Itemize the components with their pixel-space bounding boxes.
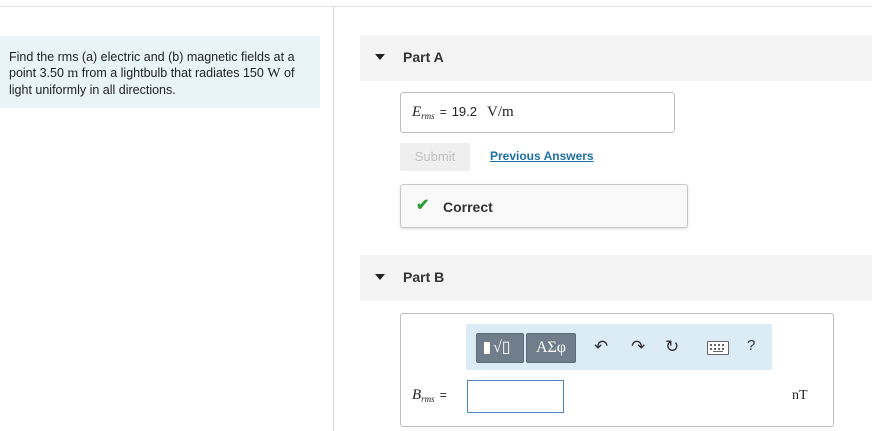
part-a-title: Part A — [403, 49, 444, 65]
answer-unit: nT — [792, 388, 808, 403]
answer-unit: V/m — [487, 104, 514, 120]
part-b-answer-box: √▯ ΑΣφ ↶ ↷ ↻ ? Brms = nT — [400, 313, 834, 427]
previous-answers-link[interactable]: Previous Answers — [490, 149, 594, 163]
answer-subscript: rms — [421, 111, 435, 121]
collapse-triangle-icon[interactable] — [375, 54, 385, 60]
greek-symbols-button[interactable]: ΑΣφ — [526, 333, 576, 363]
part-a-answer: Erms = 19.2 V/m — [412, 103, 514, 121]
top-divider — [0, 6, 872, 7]
answer-variable: E — [412, 104, 422, 120]
correct-feedback: ✔ Correct — [400, 184, 688, 228]
undo-icon[interactable]: ↶ — [594, 337, 608, 357]
equals-sign: = — [439, 388, 447, 402]
power-unit: W — [267, 66, 281, 81]
help-button[interactable]: ? — [747, 337, 755, 354]
submit-button[interactable]: Submit — [400, 143, 470, 171]
collapse-triangle-icon[interactable] — [375, 274, 385, 280]
distance-unit: m — [67, 66, 79, 81]
part-b-answer-label: Brms = — [412, 386, 452, 404]
answer-value: 19.2 — [451, 104, 478, 119]
problem-text: Find the rms (a) electric and (b) magnet… — [9, 49, 314, 98]
fraction-radical-template-icon[interactable]: √▯ — [476, 333, 524, 363]
correct-label: Correct — [443, 199, 493, 215]
math-toolbar: √▯ ΑΣφ ↶ ↷ ↻ ? — [466, 324, 772, 370]
part-a-header[interactable]: Part A — [360, 35, 872, 81]
part-b-header[interactable]: Part B — [360, 255, 872, 301]
part-b-title: Part B — [403, 269, 445, 285]
keyboard-icon[interactable] — [707, 341, 729, 355]
problem-text-part-2: from a lightbulb that radiates 150 — [78, 66, 268, 80]
column-divider — [333, 6, 334, 431]
part-b-answer-input[interactable] — [467, 380, 564, 413]
reset-icon[interactable]: ↻ — [665, 337, 679, 357]
answer-subscript: rms — [421, 394, 435, 404]
answer-variable: B — [412, 387, 422, 403]
equals-sign: = — [439, 105, 447, 119]
redo-icon[interactable]: ↷ — [631, 337, 645, 357]
part-a-answer-box: Erms = 19.2 V/m — [400, 92, 675, 133]
checkmark-icon: ✔ — [416, 197, 430, 214]
